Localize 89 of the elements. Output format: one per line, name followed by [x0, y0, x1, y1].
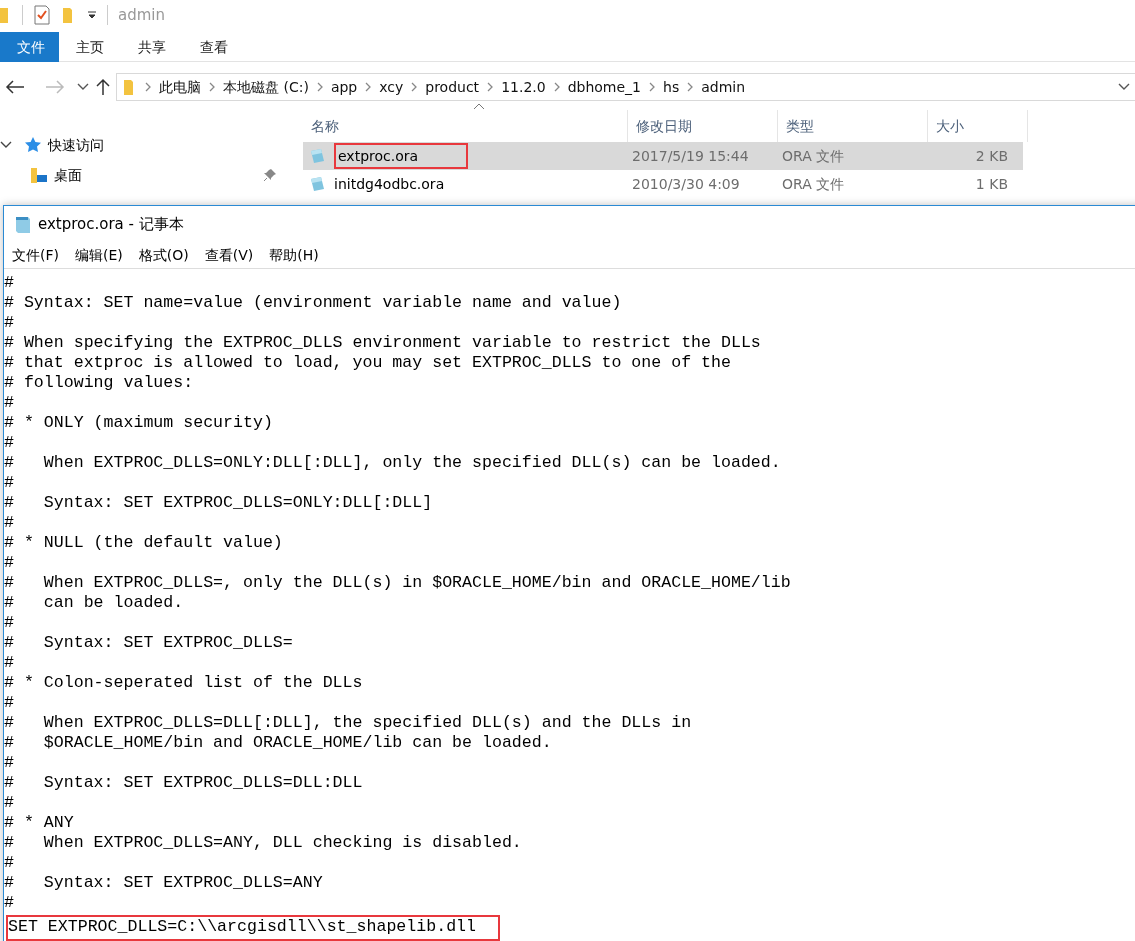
chevron-right-icon	[316, 82, 323, 92]
menu-item[interactable]: 帮助(H)	[261, 244, 327, 266]
chevron-right-icon	[687, 82, 694, 92]
code-line: # When EXTPROC_DLLS=, only the DLL(s) in $ORACLE_HOME/bin and ORACLE_HOME/lib	[4, 573, 792, 593]
code-line: # can be loaded.	[4, 593, 185, 613]
code-line: # that extproc is allowed to load, you may set EXTPROC_DLLS to one of the	[4, 353, 732, 373]
checkbox-icon[interactable]	[33, 5, 51, 25]
code-line: # Syntax: SET name=value (environment variable name and value)	[4, 293, 623, 313]
ribbon-tab[interactable]: 主页	[59, 32, 121, 62]
nav-item[interactable]: 快速访问	[48, 134, 104, 156]
code-line: # Syntax: SET EXTPROC_DLLS=	[4, 633, 294, 653]
code-line: #	[4, 653, 15, 673]
code-line: # When specifying the EXTPROC_DLLS environment variable to restrict the DLLs	[4, 333, 762, 353]
code-line: # Syntax: SET EXTPROC_DLLS=ONLY:DLL[:DLL]	[4, 493, 434, 513]
folder-icon	[30, 166, 48, 184]
back-icon[interactable]	[4, 79, 26, 95]
code-line: # * NULL (the default value)	[4, 533, 284, 553]
ribbon-tab[interactable]: 查看	[183, 32, 245, 62]
file-icon	[308, 147, 326, 165]
sort-caret-icon[interactable]	[473, 102, 485, 110]
breadcrumb[interactable]: xcy	[379, 76, 404, 98]
chevron-down-icon[interactable]	[1117, 82, 1131, 92]
chevron-down-icon[interactable]	[76, 82, 90, 92]
menu-item[interactable]: 编辑(E)	[67, 244, 131, 266]
window-title: extproc.ora - 记事本	[38, 213, 184, 235]
code-line: #	[4, 693, 15, 713]
star-icon	[24, 136, 42, 154]
code-line: #	[4, 793, 15, 813]
code-line: #	[4, 313, 15, 333]
breadcrumb[interactable]: dbhome_1	[567, 76, 642, 98]
breadcrumb[interactable]: 此电脑	[159, 76, 201, 98]
code-line: #	[4, 393, 15, 413]
code-line: # When EXTPROC_DLLS=ANY, DLL checking is disabled.	[4, 833, 523, 853]
chevron-right-icon	[411, 82, 418, 92]
code-line: #	[4, 753, 15, 773]
table-cell-text: ORA 文件	[781, 146, 846, 166]
pin-icon[interactable]	[263, 168, 277, 182]
menu-item[interactable]: 格式(O)	[130, 244, 197, 266]
up-icon[interactable]	[94, 78, 112, 96]
table-cell-text: 2017/5/19 15:44	[631, 146, 750, 166]
code-line: #	[4, 853, 15, 873]
code-line: # * ONLY (maximum security)	[4, 413, 274, 433]
file-row[interactable]: extproc.ora 2017/5/19 15:44 ORA 文件 2 KB	[303, 142, 1023, 170]
file-icon	[308, 175, 326, 193]
chevron-right-icon	[145, 82, 151, 92]
address-bar[interactable]: 此电脑 本地磁盘 (C:) app xcy product 11.2.0 dbhome_1 hs admin	[116, 73, 1135, 101]
code-line: # Syntax: SET EXTPROC_DLLS=DLL:DLL	[4, 773, 364, 793]
code-line: # following values:	[4, 373, 195, 393]
dropdown-caret-icon[interactable]	[87, 10, 97, 20]
ribbon-tab[interactable]: 文件	[0, 32, 59, 62]
nav-item[interactable]: 桌面	[54, 164, 82, 186]
code-line: #	[4, 273, 15, 293]
breadcrumb[interactable]: 本地磁盘 (C:)	[223, 76, 309, 98]
chevron-right-icon	[365, 82, 372, 92]
menu-item[interactable]: 查看(V)	[196, 244, 262, 266]
breadcrumb[interactable]: 11.2.0	[501, 76, 546, 98]
chevron-right-icon	[649, 82, 656, 92]
chevron-down-icon[interactable]	[0, 140, 12, 150]
window-title: admin	[118, 4, 165, 26]
code-line: # When EXTPROC_DLLS=ONLY:DLL[:DLL], only the specified DLL(s) can be loaded.	[4, 453, 782, 473]
chevron-right-icon	[553, 82, 560, 92]
file-row[interactable]: initdg4odbc.ora 2010/3/30 4:09 ORA 文件 1 KB	[303, 170, 1023, 198]
code-line: SET EXTPROC_DLLS=C:\\arcgisdll\\st_shapelib.dll	[8, 917, 499, 939]
table-cell-text: 2010/3/30 4:09	[631, 174, 741, 194]
code-line: # * ANY	[4, 813, 75, 833]
table-cell-text: 1 KB	[974, 174, 1009, 194]
code-line: #	[4, 613, 15, 633]
code-line: # Syntax: SET EXTPROC_DLLS=ANY	[4, 873, 324, 893]
notepad-icon	[14, 214, 32, 234]
breadcrumb[interactable]: app	[330, 76, 358, 98]
code-line: #	[4, 433, 15, 453]
file-name: initdg4odbc.ora	[334, 174, 445, 194]
ribbon-tab[interactable]: 共享	[121, 32, 183, 62]
table-cell-text: 2 KB	[974, 146, 1009, 166]
code-line: #	[4, 513, 15, 533]
code-line: # When EXTPROC_DLLS=DLL[:DLL], the specified DLL(s) and the DLLs in	[4, 713, 693, 733]
code-line: # * Colon-seperated list of the DLLs	[4, 673, 364, 693]
file-name: extproc.ora	[334, 143, 469, 169]
menu-item[interactable]: 文件(F)	[4, 244, 67, 266]
chevron-right-icon	[209, 82, 215, 92]
breadcrumb[interactable]: hs	[663, 76, 680, 98]
breadcrumb[interactable]: admin	[701, 76, 746, 98]
code-line: #	[4, 553, 15, 573]
table-cell-text: ORA 文件	[781, 174, 846, 194]
code-line: # $ORACLE_HOME/bin and ORACLE_HOME/lib can be loaded.	[4, 733, 553, 753]
code-line: #	[4, 893, 15, 913]
code-line: #	[4, 473, 15, 493]
chevron-right-icon	[487, 82, 494, 92]
breadcrumb[interactable]: product	[425, 76, 480, 98]
